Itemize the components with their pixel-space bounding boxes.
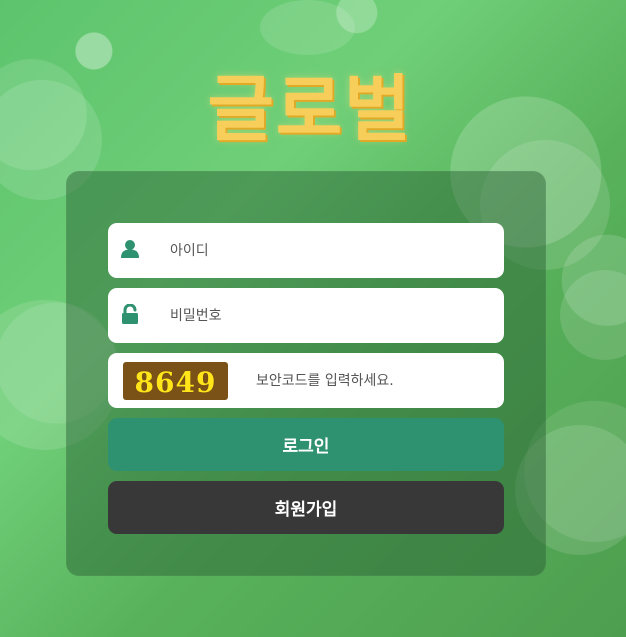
captcha-field: 8649 — [108, 353, 504, 408]
user-icon — [120, 239, 140, 259]
bokeh-3 — [560, 270, 626, 360]
signup-button[interactable]: 회원가입 — [108, 481, 504, 534]
password-field — [108, 288, 504, 343]
login-button[interactable]: 로그인 — [108, 418, 504, 471]
user-id-field — [108, 223, 504, 278]
bokeh-6 — [260, 0, 355, 55]
brand-logo: 글로벌 — [207, 66, 413, 151]
unlock-icon — [120, 303, 140, 324]
captcha-image: 8649 — [123, 362, 228, 400]
user-id-input[interactable] — [170, 223, 486, 278]
captcha-input[interactable] — [256, 353, 486, 408]
captcha-code: 8649 — [134, 365, 217, 399]
password-input[interactable] — [170, 288, 486, 343]
